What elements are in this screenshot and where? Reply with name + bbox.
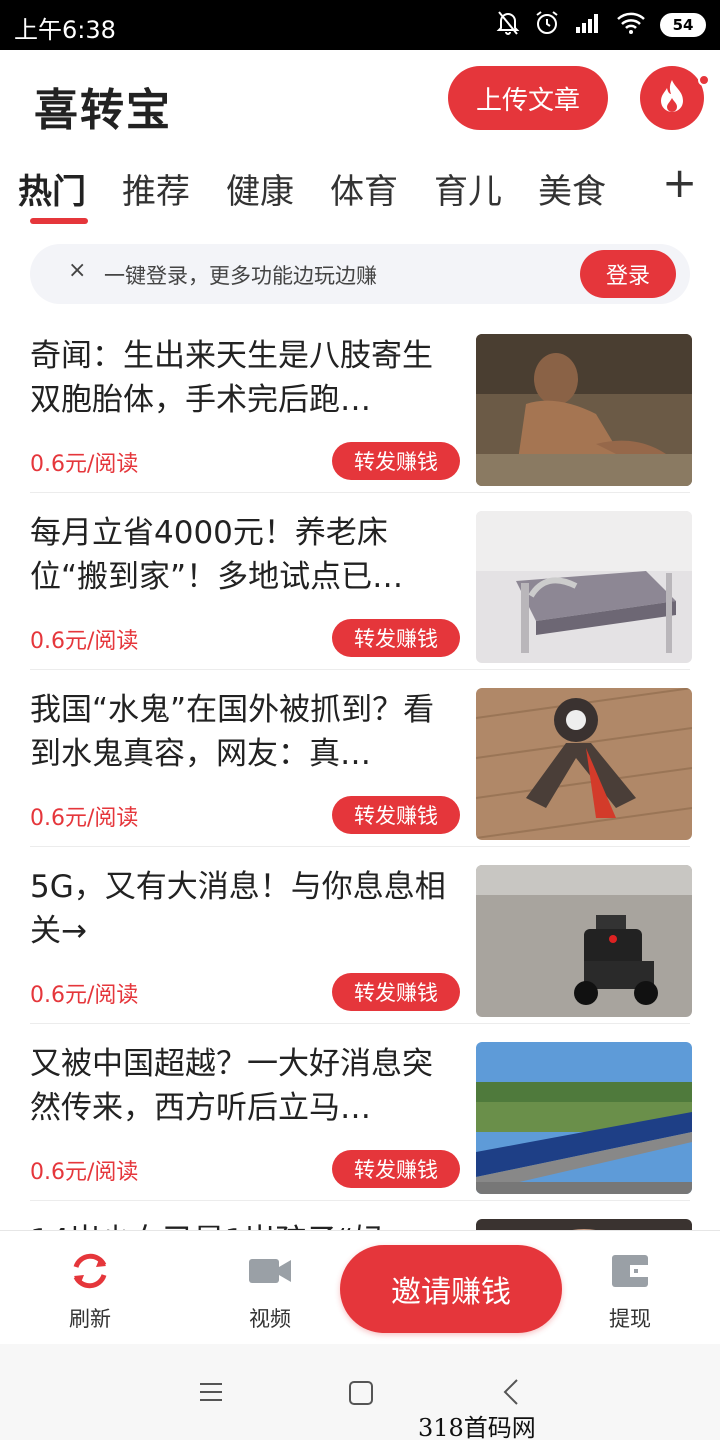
nav-video[interactable]: 视频 bbox=[220, 1249, 320, 1333]
share-earn-button[interactable]: 转发赚钱 bbox=[332, 1150, 460, 1188]
article-feed: 奇闻：生出来天生是八肢寄生双胞胎体，手术完后跑… 0.6元/阅读 转发赚钱 每月… bbox=[0, 316, 720, 1230]
article-item[interactable]: 奇闻：生出来天生是八肢寄生双胞胎体，手术完后跑… 0.6元/阅读 转发赚钱 bbox=[0, 316, 720, 493]
video-camera-icon bbox=[247, 1259, 293, 1297]
nav-withdraw[interactable]: 提现 bbox=[580, 1249, 680, 1333]
nav-refresh[interactable]: 刷新 bbox=[40, 1249, 140, 1333]
alarm-icon bbox=[534, 10, 560, 40]
share-earn-button[interactable]: 转发赚钱 bbox=[332, 796, 460, 834]
login-prompt-text: 一键登录，更多功能边玩边赚 bbox=[104, 264, 377, 288]
wifi-icon bbox=[616, 11, 646, 39]
article-item[interactable]: 我国“水鬼”在国外被抓到？看到水鬼真容，网友：真… 0.6元/阅读 转发赚钱 bbox=[0, 670, 720, 847]
active-tab-indicator bbox=[30, 218, 88, 224]
home-icon[interactable] bbox=[348, 1380, 374, 1410]
status-bar: 上午6:38 54 bbox=[0, 0, 720, 50]
upload-article-button[interactable]: 上传文章 bbox=[448, 66, 608, 130]
status-icons: 54 bbox=[496, 10, 706, 40]
article-price: 0.6元/阅读 bbox=[30, 1160, 139, 1185]
notification-dot bbox=[698, 74, 710, 86]
article-thumbnail[interactable] bbox=[476, 1219, 692, 1230]
share-earn-button[interactable]: 转发赚钱 bbox=[332, 619, 460, 657]
article-title[interactable]: 又被中国超越？一大好消息突然传来，西方听后立马… bbox=[30, 1042, 458, 1130]
bottom-nav: 刷新 视频 邀请赚钱 提现 bbox=[0, 1230, 720, 1344]
article-title[interactable]: 每月立省4000元！养老床位“搬到家”！多地试点已… bbox=[30, 511, 458, 599]
article-title[interactable]: 5G，又有大消息！与你息息相关→ bbox=[30, 865, 458, 953]
signal-icon bbox=[574, 11, 602, 39]
article-item[interactable]: 5G，又有大消息！与你息息相关→ 0.6元/阅读 转发赚钱 bbox=[0, 847, 720, 1024]
refresh-icon bbox=[68, 1253, 112, 1297]
tab-sports[interactable]: 体育 bbox=[330, 164, 398, 213]
nav-video-label: 视频 bbox=[249, 1307, 291, 1331]
login-button[interactable]: 登录 bbox=[580, 250, 676, 298]
category-tabs: 热门 推荐 健康 体育 育儿 美食 + bbox=[0, 150, 720, 226]
app-name: 喜转宝 bbox=[34, 85, 172, 136]
article-title[interactable]: 14岁少女已是1岁孩子“妈 bbox=[30, 1219, 458, 1230]
article-thumbnail[interactable] bbox=[476, 511, 692, 663]
invite-earn-button[interactable]: 邀请赚钱 bbox=[340, 1245, 562, 1333]
flame-icon bbox=[657, 78, 687, 118]
mute-bell-icon bbox=[496, 10, 520, 40]
article-thumbnail[interactable] bbox=[476, 688, 692, 840]
nav-refresh-label: 刷新 bbox=[69, 1307, 111, 1331]
article-price: 0.6元/阅读 bbox=[30, 629, 139, 654]
watermark-text: 318首码网 www.E318.com bbox=[418, 1414, 536, 1440]
article-thumbnail[interactable] bbox=[476, 1042, 692, 1194]
article-title[interactable]: 我国“水鬼”在国外被抓到？看到水鬼真容，网友：真… bbox=[30, 688, 458, 776]
wallet-icon bbox=[608, 1255, 652, 1297]
close-icon[interactable]: × bbox=[68, 258, 86, 283]
article-thumbnail[interactable] bbox=[476, 865, 692, 1017]
article-price: 0.6元/阅读 bbox=[30, 806, 139, 831]
share-earn-button[interactable]: 转发赚钱 bbox=[332, 442, 460, 480]
article-thumbnail[interactable] bbox=[476, 334, 692, 486]
article-item[interactable]: 每月立省4000元！养老床位“搬到家”！多地试点已… 0.6元/阅读 转发赚钱 bbox=[0, 493, 720, 670]
status-time: 上午6:38 bbox=[14, 16, 116, 44]
tab-hot[interactable]: 热门 bbox=[18, 164, 86, 213]
tab-parenting[interactable]: 育儿 bbox=[434, 164, 502, 213]
menu-icon[interactable] bbox=[198, 1380, 224, 1408]
battery-indicator: 54 bbox=[660, 13, 706, 37]
tab-food[interactable]: 美食 bbox=[538, 164, 606, 213]
article-item[interactable]: 14岁少女已是1岁孩子“妈 bbox=[0, 1201, 720, 1230]
share-earn-button[interactable]: 转发赚钱 bbox=[332, 973, 460, 1011]
add-tab-button[interactable]: + bbox=[662, 158, 697, 207]
article-item[interactable]: 又被中国超越？一大好消息突然传来，西方听后立马… 0.6元/阅读 转发赚钱 bbox=[0, 1024, 720, 1201]
nav-withdraw-label: 提现 bbox=[609, 1307, 651, 1331]
back-icon[interactable] bbox=[502, 1378, 520, 1410]
article-price: 0.6元/阅读 bbox=[30, 452, 139, 477]
tab-health[interactable]: 健康 bbox=[226, 164, 294, 213]
hot-button[interactable] bbox=[640, 66, 704, 130]
article-title[interactable]: 奇闻：生出来天生是八肢寄生双胞胎体，手术完后跑… bbox=[30, 334, 458, 422]
login-banner: × 一键登录，更多功能边玩边赚 登录 bbox=[30, 244, 690, 304]
tab-recommend[interactable]: 推荐 bbox=[122, 164, 190, 213]
article-price: 0.6元/阅读 bbox=[30, 983, 139, 1008]
app-header: 喜转宝 上传文章 bbox=[0, 50, 720, 150]
